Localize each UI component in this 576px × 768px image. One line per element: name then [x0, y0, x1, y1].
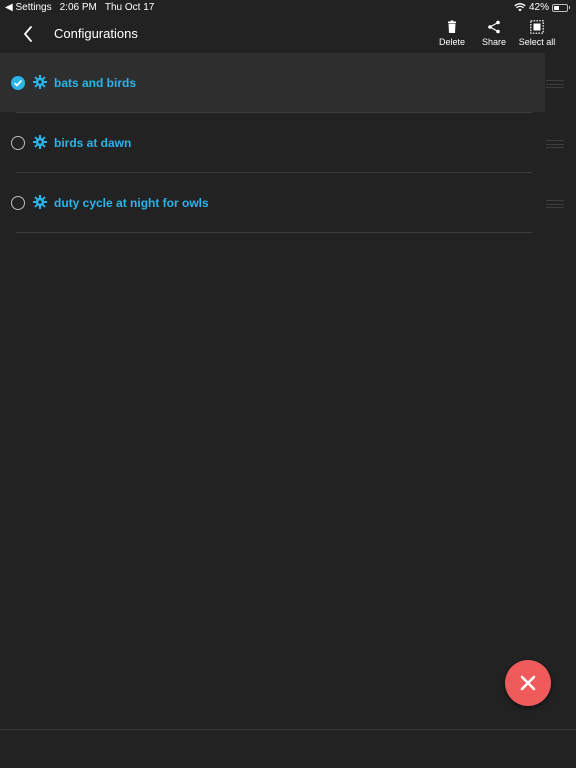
chevron-left-icon	[24, 26, 32, 42]
select-all-icon	[530, 20, 544, 34]
select-all-label: Select all	[518, 37, 556, 47]
page-title: Configurations	[54, 26, 138, 41]
back-to-app-link[interactable]: ◀ Settings	[5, 2, 52, 13]
back-button[interactable]	[18, 24, 38, 44]
share-label: Share	[481, 37, 507, 47]
select-all-button[interactable]: Select all	[512, 20, 562, 47]
gear-icon	[33, 75, 47, 89]
configuration-row[interactable]: duty cycle at night for owls	[0, 173, 576, 233]
battery-tip	[569, 6, 570, 9]
close-fab-button[interactable]	[505, 660, 551, 706]
radio-icon[interactable]	[11, 196, 25, 210]
battery-icon	[552, 3, 568, 12]
share-button[interactable]: Share	[476, 20, 512, 47]
radio-icon[interactable]	[11, 136, 25, 150]
gear-icon	[33, 135, 47, 149]
drag-handle-icon[interactable]	[546, 200, 564, 208]
drag-handle-icon[interactable]	[546, 80, 564, 88]
share-icon	[488, 20, 500, 34]
configuration-row[interactable]: bats and birds	[0, 53, 576, 113]
row-divider	[16, 232, 532, 233]
status-bar: ◀ Settings 2:06 PM Thu Oct 17 42%	[0, 0, 576, 16]
battery-percent: 42%	[528, 2, 549, 13]
toolbar-actions: Delete Share Select all	[428, 20, 576, 47]
close-icon	[520, 675, 536, 691]
delete-label: Delete	[438, 37, 465, 47]
delete-button[interactable]: Delete	[428, 20, 476, 47]
wifi-icon	[514, 3, 526, 12]
drag-handle-icon[interactable]	[546, 140, 564, 148]
configuration-label: bats and birds	[54, 76, 137, 90]
header: Configurations Delete Share Select all	[0, 16, 576, 52]
checked-radio-icon[interactable]	[11, 76, 25, 90]
gear-icon	[33, 195, 47, 209]
trash-icon	[448, 20, 456, 33]
configuration-row[interactable]: birds at dawn	[0, 113, 576, 173]
configuration-label: birds at dawn	[54, 136, 132, 150]
configuration-list: bats and birds birds at dawn duty cycle at…	[0, 53, 576, 233]
status-date: Thu Oct 17	[104, 2, 155, 13]
configuration-label: duty cycle at night for owls	[54, 196, 209, 210]
status-time: 2:06 PM	[59, 2, 97, 13]
bottom-bar	[0, 729, 576, 768]
